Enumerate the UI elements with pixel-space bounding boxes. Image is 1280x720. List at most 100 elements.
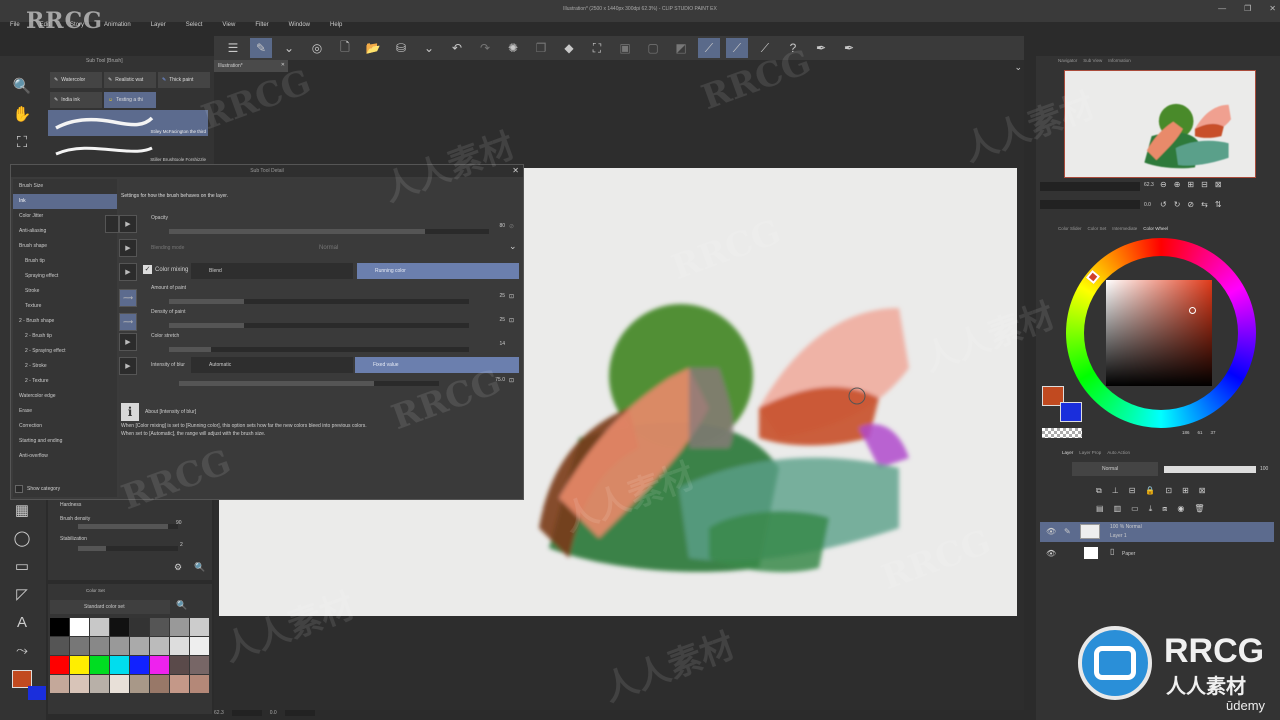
tab-auto-action[interactable]: Auto Action bbox=[1107, 450, 1130, 462]
color-swatch[interactable] bbox=[50, 675, 69, 693]
undo-icon[interactable]: ↶ bbox=[446, 38, 468, 58]
color-swatch[interactable] bbox=[110, 675, 129, 693]
category-item[interactable]: 2 - Brush tip bbox=[13, 329, 117, 344]
lock-transparent-icon[interactable]: ⊡ bbox=[1165, 486, 1172, 496]
color-swatch[interactable] bbox=[50, 618, 69, 636]
new-file-icon[interactable]: 🗋 bbox=[334, 38, 356, 58]
close-button[interactable]: ✕ bbox=[1269, 4, 1276, 13]
color-swatch[interactable] bbox=[150, 675, 169, 693]
transfer-down-icon[interactable]: ⤓ bbox=[1149, 504, 1153, 514]
brush-density-slider[interactable] bbox=[78, 524, 178, 529]
category-item[interactable]: Starting and ending bbox=[13, 434, 117, 449]
tab-color-wheel[interactable]: Color Wheel bbox=[1143, 226, 1168, 238]
text-tool-icon[interactable]: A bbox=[0, 608, 44, 636]
expand-arrow-icon[interactable]: ▶ bbox=[119, 215, 137, 233]
subtool-testing[interactable]: ☺ Testing a thi bbox=[104, 92, 156, 108]
category-item[interactable]: 2 - Stroke bbox=[13, 359, 117, 374]
ruler-icon[interactable]: ⊠ bbox=[1199, 486, 1206, 496]
crop-icon[interactable]: ⛶ bbox=[586, 38, 608, 58]
expand-arrow-icon[interactable]: ▶ bbox=[119, 357, 137, 375]
category-item[interactable]: Correction bbox=[13, 419, 117, 434]
fit-icon[interactable]: ⊞ bbox=[1187, 180, 1194, 189]
sub-color-swatch[interactable] bbox=[28, 686, 46, 700]
color-swatch[interactable] bbox=[110, 637, 129, 655]
reset-icon[interactable]: ⊡ bbox=[509, 317, 514, 324]
saturation-value-square[interactable] bbox=[1106, 280, 1212, 386]
density-of-paint-slider[interactable] bbox=[169, 323, 469, 328]
pen-alt-icon[interactable]: ✒ bbox=[838, 38, 860, 58]
automatic-option[interactable]: Automatic bbox=[191, 357, 353, 373]
rotate-right-icon[interactable]: ↻ bbox=[1174, 200, 1181, 209]
menu-window[interactable]: Window bbox=[279, 20, 320, 34]
color-swatch[interactable] bbox=[190, 637, 209, 655]
merge-icon[interactable]: ⧈ bbox=[1162, 504, 1167, 514]
menu-view[interactable]: View bbox=[212, 20, 245, 34]
color-swatch[interactable] bbox=[190, 618, 209, 636]
fit-window-icon[interactable]: ⊠ bbox=[1215, 180, 1222, 189]
expand-arrow-icon[interactable]: ▶ bbox=[119, 239, 137, 257]
blend-option[interactable]: Blend bbox=[191, 263, 353, 279]
trash-icon[interactable]: 🗑 bbox=[1194, 504, 1204, 514]
layer-opacity-slider[interactable] bbox=[1164, 466, 1256, 473]
pressure-toggle[interactable] bbox=[105, 215, 119, 233]
maximize-button[interactable]: ❐ bbox=[1244, 4, 1251, 13]
chevron-down-icon[interactable]: ⌄ bbox=[418, 38, 440, 58]
chevron-down-icon[interactable]: ⌄ bbox=[278, 38, 300, 58]
tab-color-set[interactable]: Color Set bbox=[1088, 226, 1107, 238]
reset-icon[interactable]: ⊡ bbox=[509, 377, 514, 384]
flip-vertical-icon[interactable]: ⇅ bbox=[1215, 200, 1222, 209]
open-folder-icon[interactable]: 📂 bbox=[362, 38, 384, 58]
color-swatch[interactable] bbox=[190, 675, 209, 693]
hamburger-icon[interactable]: ☰ bbox=[222, 38, 244, 58]
menu-select[interactable]: Select bbox=[176, 20, 213, 34]
ellipse-tool-icon[interactable]: ◯ bbox=[0, 524, 44, 552]
tab-navigator[interactable]: Navigator bbox=[1058, 58, 1077, 70]
category-item[interactable]: 2 - Spraying effect bbox=[13, 344, 117, 359]
tab-layer-property[interactable]: Layer Prop bbox=[1079, 450, 1101, 462]
mask-add-icon[interactable]: ◉ bbox=[1177, 504, 1184, 514]
color-swatch[interactable] bbox=[50, 637, 69, 655]
minimize-button[interactable]: — bbox=[1218, 4, 1226, 13]
rotate-left-icon[interactable]: ↺ bbox=[1160, 200, 1167, 209]
copy-icon[interactable]: ❐ bbox=[530, 38, 552, 58]
brush-item[interactable]: Stiller Brushtoole Forshizzle bbox=[48, 138, 208, 164]
subtool-thick-paint[interactable]: ✎ Thick paint bbox=[158, 72, 210, 88]
pressure-icon[interactable]: ⟿ bbox=[119, 289, 137, 307]
save-icon[interactable]: ⛁ bbox=[390, 38, 412, 58]
sub-color-indicator[interactable] bbox=[1060, 402, 1082, 422]
color-swatch[interactable] bbox=[50, 656, 69, 674]
color-mixing-checkbox[interactable]: ✓ bbox=[143, 265, 152, 274]
color-swatch[interactable] bbox=[150, 656, 169, 674]
new-folder-icon[interactable]: ▭ bbox=[1131, 504, 1139, 514]
transform-icon[interactable]: ▣ bbox=[614, 38, 636, 58]
shape-tool-icon[interactable]: ▭ bbox=[0, 552, 44, 580]
menu-layer[interactable]: Layer bbox=[141, 20, 176, 34]
search-icon[interactable]: 🔍 bbox=[176, 600, 187, 611]
color-swatch[interactable] bbox=[90, 675, 109, 693]
subtool-realistic-watercolor[interactable]: ✎ Realistic wat bbox=[104, 72, 156, 88]
color-set-tab[interactable]: Color Set bbox=[86, 588, 105, 593]
show-category-toggle[interactable]: Show category bbox=[15, 485, 60, 493]
category-item[interactable]: Stroke bbox=[13, 284, 117, 299]
category-item[interactable]: Brush tip bbox=[13, 254, 117, 269]
chevron-down-icon[interactable]: ⌄ bbox=[509, 241, 517, 252]
color-swatch[interactable] bbox=[70, 637, 89, 655]
help-icon[interactable]: ? bbox=[782, 38, 804, 58]
special-ruler-snap-icon[interactable]: ⟋ bbox=[726, 38, 748, 58]
menu-filter[interactable]: Filter bbox=[245, 20, 278, 34]
amount-of-paint-slider[interactable] bbox=[169, 299, 469, 304]
menu-story[interactable]: Story bbox=[60, 20, 94, 34]
navigator-thumbnail[interactable] bbox=[1064, 70, 1256, 178]
new-vector-icon[interactable]: ▥ bbox=[1114, 504, 1122, 514]
blend-mode-dropdown[interactable]: Normal bbox=[1072, 462, 1158, 476]
pressure-icon[interactable]: ⟿ bbox=[119, 313, 137, 331]
subtool-watercolor[interactable]: ✎ Watercolor bbox=[50, 72, 102, 88]
color-swatch[interactable] bbox=[130, 637, 149, 655]
clip-studio-icon[interactable]: ◎ bbox=[306, 38, 328, 58]
brush-item[interactable]: Stiley McFacington the third bbox=[48, 110, 208, 136]
chevron-down-icon[interactable]: ⌄ bbox=[1014, 62, 1022, 73]
close-tab-icon[interactable]: ✕ bbox=[281, 62, 285, 68]
category-item[interactable]: Texture bbox=[13, 299, 117, 314]
category-item[interactable]: 2 - Texture bbox=[13, 374, 117, 389]
pen-icon[interactable]: ✒ bbox=[810, 38, 832, 58]
